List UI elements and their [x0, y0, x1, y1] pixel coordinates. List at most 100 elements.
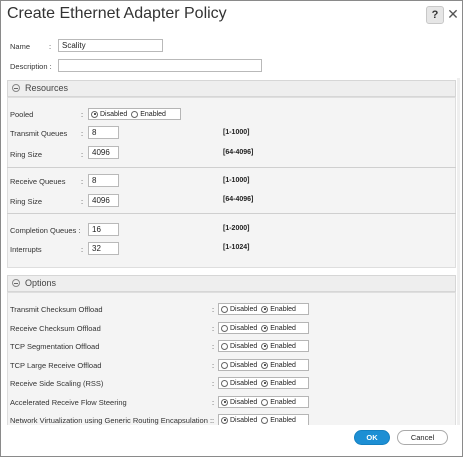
option-colon: :: [212, 305, 215, 314]
option-text: Enabled: [270, 342, 296, 350]
disabled-option[interactable]: Disabled: [221, 379, 258, 387]
enabled-option[interactable]: Enabled: [261, 305, 296, 313]
vertical-scrollbar[interactable]: [457, 78, 460, 425]
disabled-option[interactable]: Disabled: [221, 416, 258, 424]
option-text: Disabled: [230, 379, 258, 387]
option-label: Transmit Checksum Offload: [10, 305, 103, 314]
radio-unselected-icon[interactable]: [221, 324, 228, 332]
transmit-queues-input[interactable]: 8: [88, 126, 119, 139]
option-colon: :: [212, 361, 215, 370]
group-divider: [7, 213, 456, 214]
enabled-option[interactable]: Enabled: [261, 416, 296, 424]
radio-unselected-icon[interactable]: [131, 110, 139, 118]
transmit-ring-size-range: [64-4096]: [223, 149, 254, 156]
ok-button[interactable]: OK: [354, 430, 390, 445]
option-text: Disabled: [230, 416, 258, 424]
description-input[interactable]: [58, 59, 262, 72]
colon: :: [81, 197, 84, 206]
receive-queues-label: Receive Queues: [10, 177, 66, 186]
radio-unselected-icon[interactable]: [261, 398, 269, 406]
option-label: Network Virtualization using Generic Rou…: [10, 416, 213, 425]
option-text: Disabled: [230, 324, 258, 332]
pooled-colon: :: [81, 110, 84, 119]
receive-queues-input[interactable]: 8: [88, 174, 119, 187]
option-text: Enabled: [270, 398, 296, 406]
collapse-icon[interactable]: [12, 279, 20, 287]
create-ethernet-adapter-policy-dialog: Create Ethernet Adapter Policy ? ✕ Name …: [0, 0, 463, 457]
option-label: Receive Checksum Offload: [10, 324, 101, 333]
cancel-button[interactable]: Cancel: [397, 430, 448, 445]
name-label: Name: [10, 42, 31, 51]
radio-selected-icon[interactable]: [261, 305, 269, 313]
option-colon: :: [212, 398, 215, 407]
radio-selected-icon[interactable]: [261, 342, 269, 350]
collapse-icon[interactable]: [12, 84, 20, 92]
radio-selected-icon[interactable]: [91, 110, 98, 118]
policy-form-scroll-area[interactable]: Resources Pooled : Disabled Enabled Tran…: [5, 78, 456, 425]
transmit-ring-size-label: Ring Size: [10, 150, 43, 159]
enabled-option[interactable]: Enabled: [261, 379, 296, 387]
radio-selected-icon[interactable]: [221, 416, 228, 424]
colon: :: [81, 245, 84, 254]
enabled-option[interactable]: Enabled: [261, 324, 296, 332]
option-text: Enabled: [270, 416, 296, 424]
disabled-option[interactable]: Disabled: [221, 324, 258, 332]
option-radio-group: Disabled Enabled: [218, 303, 309, 315]
radio-selected-icon[interactable]: [261, 324, 269, 332]
resources-section-header[interactable]: Resources: [7, 80, 456, 97]
disabled-option[interactable]: Disabled: [221, 361, 258, 369]
option-radio-group: Disabled Enabled: [218, 377, 309, 389]
disabled-option[interactable]: Disabled: [221, 398, 258, 406]
option-text: Enabled: [270, 379, 296, 387]
radio-unselected-icon[interactable]: [221, 305, 228, 313]
transmit-ring-size-input[interactable]: 4096: [88, 146, 119, 159]
option-text: Disabled: [230, 342, 258, 350]
option-text: Disabled: [230, 398, 258, 406]
option-colon: :: [212, 379, 215, 388]
option-text: Disabled: [230, 305, 258, 313]
receive-ring-size-input[interactable]: 4096: [88, 194, 119, 207]
radio-unselected-icon[interactable]: [221, 342, 228, 350]
enabled-option[interactable]: Enabled: [261, 361, 296, 369]
options-section-header[interactable]: Options: [7, 275, 456, 292]
interrupts-input[interactable]: 32: [88, 242, 119, 255]
option-text: Enabled: [270, 324, 296, 332]
radio-unselected-icon[interactable]: [221, 379, 228, 387]
option-colon: :: [212, 324, 215, 333]
colon: :: [81, 177, 84, 186]
radio-selected-icon[interactable]: [261, 361, 269, 369]
receive-ring-size-range: [64-4096]: [223, 196, 254, 203]
enabled-option[interactable]: Enabled: [261, 398, 296, 406]
interrupts-range: [1-1024]: [223, 244, 250, 251]
description-label: Description :: [10, 62, 52, 71]
option-text: Enabled: [270, 305, 296, 313]
option-label: Accelerated Receive Flow Steering: [10, 398, 127, 407]
option-radio-group: Disabled Enabled: [218, 340, 309, 352]
name-input[interactable]: Scality: [58, 39, 163, 52]
pooled-disabled-option[interactable]: Disabled: [91, 110, 127, 118]
disabled-option[interactable]: Disabled: [221, 342, 258, 350]
interrupts-label: Interrupts: [10, 245, 42, 254]
radio-unselected-icon[interactable]: [261, 416, 269, 424]
option-text: Disabled: [230, 361, 258, 369]
name-colon: :: [49, 42, 52, 51]
radio-unselected-icon[interactable]: [221, 361, 228, 369]
option-colon: :: [212, 416, 215, 425]
enabled-option[interactable]: Enabled: [261, 342, 296, 350]
radio-selected-icon[interactable]: [261, 379, 269, 387]
options-header-text: Options: [25, 278, 57, 288]
option-label: Receive Side Scaling (RSS): [10, 379, 104, 388]
pooled-enabled-option[interactable]: Enabled: [131, 110, 166, 118]
group-divider: [7, 167, 456, 168]
transmit-queues-range: [1-1000]: [223, 129, 250, 136]
completion-queues-input[interactable]: 16: [88, 223, 119, 236]
disabled-option[interactable]: Disabled: [221, 305, 258, 313]
completion-queues-label: Completion Queues :: [10, 226, 81, 235]
option-label: TCP Large Receive Offload: [10, 361, 102, 370]
option-radio-group: Disabled Enabled: [218, 396, 309, 408]
radio-selected-icon[interactable]: [221, 398, 228, 406]
colon: :: [81, 150, 84, 159]
option-text: Enabled: [270, 361, 296, 369]
close-icon[interactable]: ✕: [445, 6, 461, 22]
help-icon[interactable]: ?: [426, 6, 444, 24]
